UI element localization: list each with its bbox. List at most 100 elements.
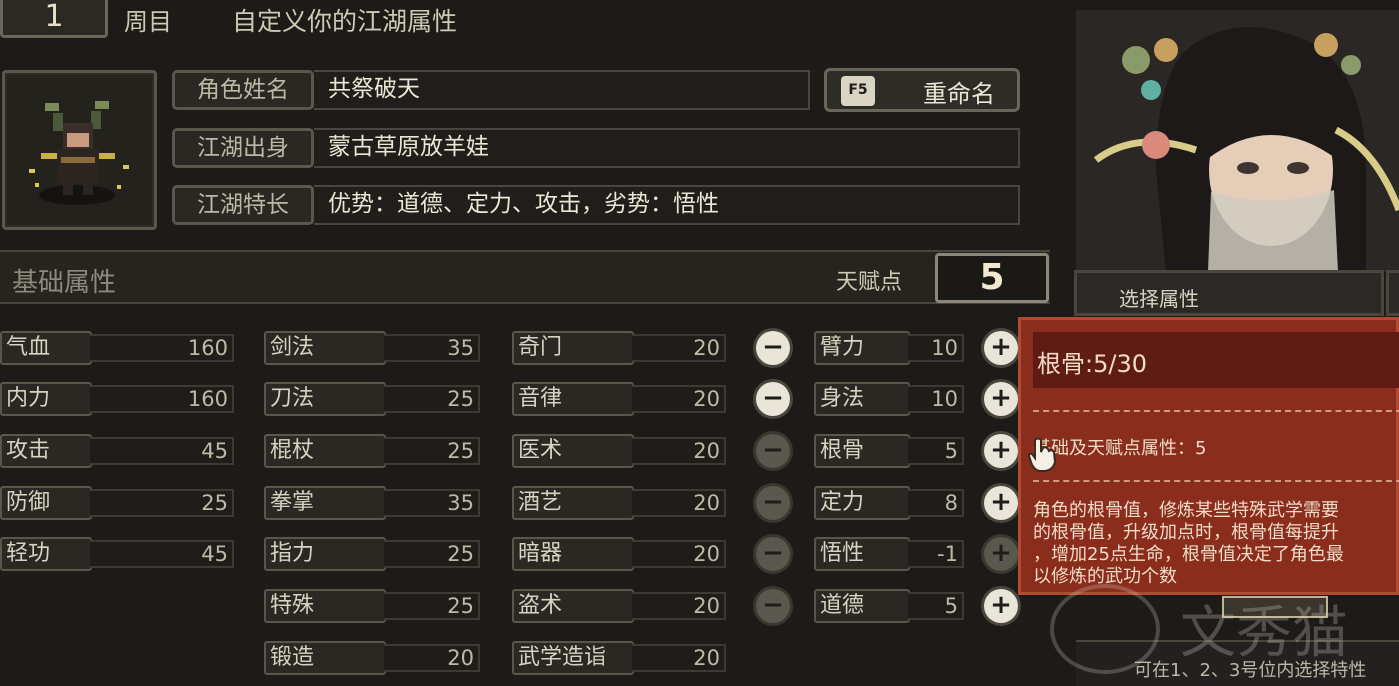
character-sprite-icon bbox=[29, 101, 129, 205]
tooltip-desc-line: 角色的根骨值，修炼某些特殊武学需要 bbox=[1033, 500, 1339, 521]
stat-value: 20 bbox=[447, 646, 474, 670]
talent-points-label: 天赋点 bbox=[836, 270, 903, 295]
stat-name: 气血 bbox=[0, 331, 92, 365]
origin-label: 江湖出身 bbox=[172, 128, 314, 168]
stat-根骨: 根骨 5 bbox=[814, 434, 964, 468]
stat-value: -1 bbox=[937, 542, 958, 566]
stat-name: 道德 bbox=[814, 589, 910, 623]
tooltip-base-line: 基础及天赋点属性：5 bbox=[1033, 438, 1207, 459]
tooltip-title: 根骨:5/30 bbox=[1037, 350, 1147, 378]
portrait-illustration-icon bbox=[1076, 10, 1399, 272]
minus-icon: − bbox=[762, 538, 784, 568]
stat-value: 35 bbox=[447, 336, 474, 360]
stat-悟性: 悟性 -1 bbox=[814, 537, 964, 571]
stat-value: 25 bbox=[447, 594, 474, 618]
stat-value: 45 bbox=[201, 542, 228, 566]
plus-icon: + bbox=[990, 590, 1012, 620]
stat-value: 160 bbox=[187, 336, 228, 360]
stat-气血: 气血 160 bbox=[0, 331, 234, 365]
stat-身法: 身法 10 bbox=[814, 382, 964, 416]
stat-定力: 定力 8 bbox=[814, 486, 964, 520]
minus-button[interactable]: − bbox=[756, 486, 790, 520]
minus-icon: − bbox=[762, 487, 784, 517]
stat-道德: 道德 5 bbox=[814, 589, 964, 623]
select-attribute-tab[interactable]: 选择属性 bbox=[1074, 270, 1384, 316]
plus-button[interactable]: + bbox=[984, 331, 1018, 365]
rename-button[interactable]: F5 重命名 bbox=[824, 68, 1020, 112]
stat-name: 奇门 bbox=[512, 331, 634, 365]
name-field[interactable]: 共祭破天 bbox=[314, 70, 810, 110]
specialty-field: 优势：道德、定力、攻击，劣势：悟性 bbox=[314, 185, 1020, 225]
minus-icon: − bbox=[762, 590, 784, 620]
talent-points-value: 5 bbox=[935, 253, 1049, 303]
next-tab-edge[interactable] bbox=[1386, 270, 1399, 316]
stat-name: 内力 bbox=[0, 382, 92, 416]
stat-轻功: 轻功 45 bbox=[0, 537, 234, 571]
plus-button[interactable]: + bbox=[984, 382, 1018, 416]
stat-value: 20 bbox=[693, 646, 720, 670]
stat-name: 锻造 bbox=[264, 641, 386, 675]
stat-name: 悟性 bbox=[814, 537, 910, 571]
attributes-bar: 基础属性 天赋点 5 bbox=[0, 250, 1050, 304]
stat-防御: 防御 25 bbox=[0, 486, 234, 520]
stat-name: 武学造诣 bbox=[512, 641, 634, 675]
stat-value: 20 bbox=[693, 594, 720, 618]
stat-name: 拳掌 bbox=[264, 486, 386, 520]
stat-name: 攻击 bbox=[0, 434, 92, 468]
minus-icon: − bbox=[762, 435, 784, 465]
stat-name: 臂力 bbox=[814, 331, 910, 365]
stat-value: 20 bbox=[693, 491, 720, 515]
stat-name: 指力 bbox=[264, 537, 386, 571]
minus-button[interactable]: − bbox=[756, 331, 790, 365]
stat-刀法: 刀法 25 bbox=[264, 382, 480, 416]
stat-锻造: 锻造 20 bbox=[264, 641, 480, 675]
stat-name: 身法 bbox=[814, 382, 910, 416]
minus-button[interactable]: − bbox=[756, 537, 790, 571]
stat-盗术: 盗术 20 bbox=[512, 589, 726, 623]
stat-内力: 内力 160 bbox=[0, 382, 234, 416]
specialty-label: 江湖特长 bbox=[172, 185, 314, 225]
character-portrait bbox=[1076, 10, 1399, 272]
stat-name: 医术 bbox=[512, 434, 634, 468]
stat-特殊: 特殊 25 bbox=[264, 589, 480, 623]
stat-name: 音律 bbox=[512, 382, 634, 416]
stat-暗器: 暗器 20 bbox=[512, 537, 726, 571]
tooltip-desc-line: ，增加25点生命，根骨值决定了角色最 bbox=[1033, 544, 1344, 565]
plus-button[interactable]: + bbox=[984, 486, 1018, 520]
minus-button[interactable]: − bbox=[756, 589, 790, 623]
tooltip-desc-line: 的根骨值，升级加点时，根骨值每提升 bbox=[1033, 522, 1339, 543]
plus-button[interactable]: + bbox=[984, 537, 1018, 571]
stat-value: 25 bbox=[201, 491, 228, 515]
watermark-text: 文秀猫 bbox=[1180, 601, 1348, 666]
stat-医术: 医术 20 bbox=[512, 434, 726, 468]
minus-button[interactable]: − bbox=[756, 382, 790, 416]
stat-value: 25 bbox=[447, 439, 474, 463]
f5-key-icon: F5 bbox=[841, 76, 875, 106]
cycle-number: 1 bbox=[44, 0, 64, 34]
stat-value: 5 bbox=[944, 439, 958, 463]
plus-icon: + bbox=[990, 435, 1012, 465]
plus-button[interactable]: + bbox=[984, 589, 1018, 623]
stat-name: 盗术 bbox=[512, 589, 634, 623]
name-label: 角色姓名 bbox=[172, 70, 314, 110]
attributes-label: 基础属性 bbox=[12, 268, 117, 298]
page-title: 自定义你的江湖属性 bbox=[232, 7, 458, 36]
minus-button[interactable]: − bbox=[756, 434, 790, 468]
stat-value: 20 bbox=[693, 387, 720, 411]
stat-指力: 指力 25 bbox=[264, 537, 480, 571]
stat-name: 定力 bbox=[814, 486, 910, 520]
minus-icon: − bbox=[762, 332, 784, 362]
plus-icon: + bbox=[990, 538, 1012, 568]
stat-拳掌: 拳掌 35 bbox=[264, 486, 480, 520]
stat-value: 20 bbox=[693, 439, 720, 463]
stat-酒艺: 酒艺 20 bbox=[512, 486, 726, 520]
tooltip-title-bar: 根骨:5/30 bbox=[1033, 332, 1399, 388]
stat-臂力: 臂力 10 bbox=[814, 331, 964, 365]
minus-icon: − bbox=[762, 383, 784, 413]
stat-name: 轻功 bbox=[0, 537, 92, 571]
tooltip-description: 角色的根骨值，修炼某些特殊武学需要 的根骨值，升级加点时，根骨值每提升 ，增加2… bbox=[1033, 500, 1344, 588]
stat-name: 防御 bbox=[0, 486, 92, 520]
plus-button[interactable]: + bbox=[984, 434, 1018, 468]
stat-name: 根骨 bbox=[814, 434, 910, 468]
stat-value: 25 bbox=[447, 387, 474, 411]
